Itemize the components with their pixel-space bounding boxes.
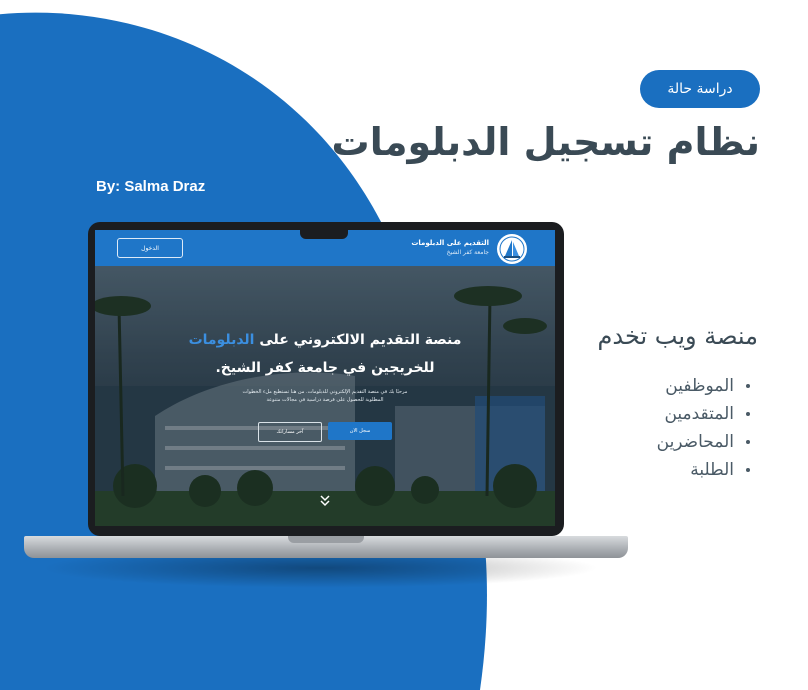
author-credit: By: Salma Draz (96, 178, 206, 195)
audience-list: الموظفين المتقدمين المحاضرين الطلبة (657, 372, 750, 484)
brand-subtitle: جامعة كفر الشيخ (446, 249, 489, 256)
list-item: الموظفين (657, 372, 750, 400)
hero-heading-line2: للخريجين في جامعة كفر الشيخ. (215, 360, 435, 376)
login-button[interactable]: الدخول (117, 238, 183, 258)
audience-item-label: الطلبة (690, 460, 734, 480)
list-item: المتقدمين (657, 400, 750, 428)
case-study-badge: دراسة حالة (640, 70, 760, 108)
audience-item-label: المحاضرين (656, 432, 734, 452)
double-chevron-down-icon[interactable] (317, 492, 333, 508)
list-item: المحاضرين (657, 428, 750, 456)
university-logo-icon[interactable] (497, 234, 527, 264)
hero-section: منصة التقديم الالكتروني على الدبلومات لل… (95, 266, 555, 526)
audience-item-label: المتقدمين (664, 404, 734, 424)
register-now-button[interactable]: سجل الان (328, 422, 392, 440)
platform-subtitle: منصة ويب تخدم (597, 322, 759, 350)
hero-heading-text: منصة التقديم الالكتروني على (254, 332, 462, 348)
list-item: الطلبة (657, 456, 750, 484)
laptop-base-notch (288, 536, 364, 543)
page-title: نظام تسجيل الدبلومات (331, 120, 760, 164)
hero-heading-accent: الدبلومات (188, 332, 255, 348)
brand-name: التقديم على الدبلومات (411, 239, 489, 247)
my-tracks-button[interactable]: آخر مساراتك (258, 422, 322, 442)
laptop-screen: الدخول التقديم على الدبلومات جامعة كفر ا… (95, 230, 555, 526)
audience-item-label: الموظفين (665, 376, 734, 396)
hero-description: مرحبًا بك في منصة التقديم الإلكتروني للد… (242, 389, 408, 403)
site-brand[interactable]: التقديم على الدبلومات جامعة كفر الشيخ (411, 239, 489, 256)
laptop-notch (300, 230, 348, 239)
hero-heading-line1: منصة التقديم الالكتروني على الدبلومات (95, 332, 555, 348)
